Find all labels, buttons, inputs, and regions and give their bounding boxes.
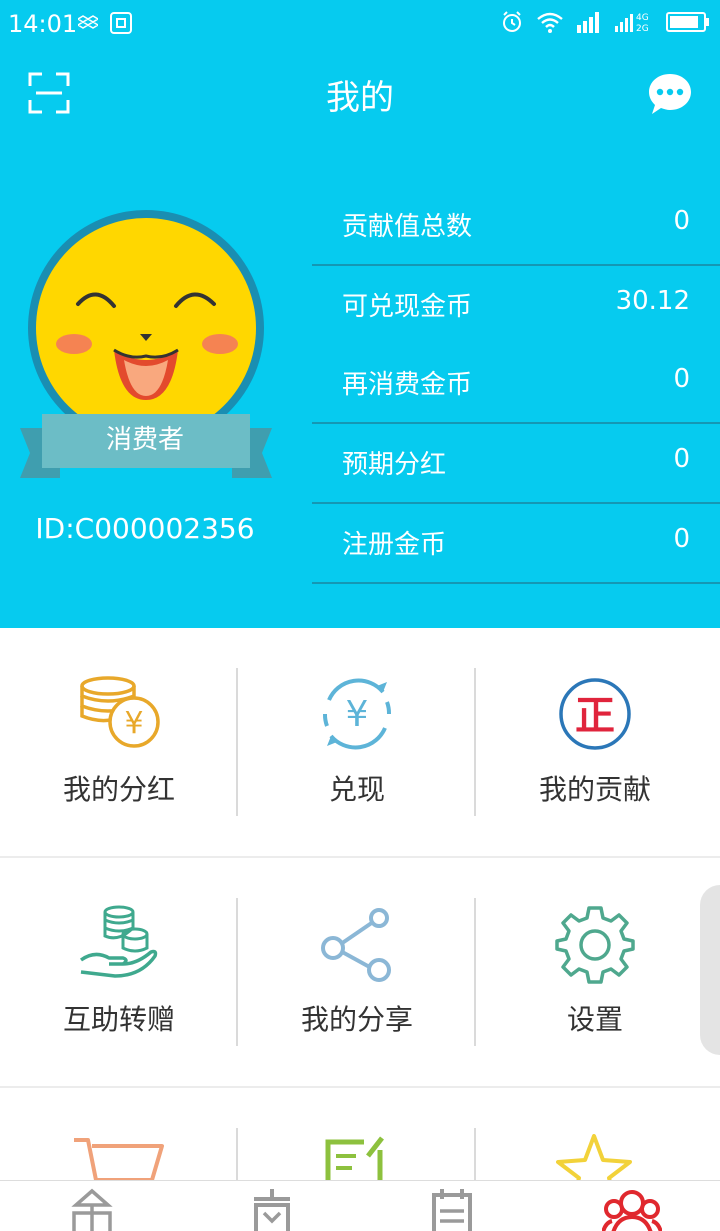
profile-header: 14:01 4G 2G 我的 消费者 ID:C000002356 贡献值总数 0… [0, 0, 720, 628]
shop-icon [254, 1189, 290, 1231]
screenshot-icon [110, 12, 132, 34]
coins-yen-icon: ¥ [80, 676, 160, 748]
user-id: ID:C000002356 [35, 512, 255, 545]
wifi-icon [537, 12, 563, 33]
coins-yen-glyph: ¥ [124, 706, 143, 741]
star-icon[interactable] [556, 1134, 632, 1180]
stat-value: 0 [673, 444, 690, 474]
menu-item-my-contribution[interactable]: 正 我的贡献 [476, 628, 714, 856]
floating-side-handle[interactable] [700, 885, 720, 1055]
stat-value: 30.12 [615, 286, 690, 316]
menu-row-partial [0, 1088, 720, 1180]
zheng-badge-icon: 正 [559, 678, 631, 750]
menu-item-mutual-transfer[interactable]: 互助转赠 [0, 858, 238, 1086]
stat-row-registration-coins[interactable]: 注册金币 0 [312, 504, 720, 584]
bottom-tab-bar [0, 1180, 720, 1231]
hand-coins-icon [79, 905, 158, 978]
menu-label: 兑现 [328, 773, 385, 806]
signal-icon [577, 12, 599, 33]
network-2g-label: 2G [636, 24, 649, 34]
menu-row: 互助转赠 我的分享 设置 [0, 858, 720, 1088]
share-icon [321, 908, 391, 982]
yen-exchange-icon: ¥ [323, 678, 391, 750]
page-title: 我的 [326, 78, 394, 118]
menu-label: 我的贡献 [538, 773, 651, 806]
yen-exchange-glyph: ¥ [346, 694, 369, 735]
menu-label: 我的分享 [300, 1003, 413, 1036]
dropbox-icon [78, 15, 98, 29]
menu-item-my-share[interactable]: 我的分享 [238, 858, 476, 1086]
stat-label: 注册金币 [342, 530, 447, 560]
role-label: 消费者 [105, 425, 184, 455]
stat-label: 再消费金币 [342, 370, 473, 400]
cart-icon[interactable] [72, 1136, 164, 1180]
divider [474, 1128, 476, 1180]
tab-shop[interactable] [180, 1181, 360, 1231]
list-icon [432, 1189, 472, 1231]
home-icon [71, 1188, 113, 1231]
tab-home[interactable] [0, 1181, 180, 1231]
tab-mine[interactable] [540, 1181, 720, 1231]
stat-row-contribution[interactable]: 贡献值总数 0 [312, 186, 720, 266]
alarm-icon [503, 11, 521, 32]
menu-grid: ¥ 我的分红 ¥ 兑现 正 我的贡献 互助转赠 我的分享 设置 [0, 628, 720, 1088]
stat-label: 贡献值总数 [342, 212, 473, 242]
menu-label: 设置 [566, 1003, 623, 1036]
message-icon [649, 74, 691, 114]
message-button[interactable] [646, 70, 694, 118]
divider [236, 1128, 238, 1180]
top-nav: 我的 [0, 50, 720, 136]
edit-note-icon[interactable] [324, 1136, 388, 1180]
stat-label: 预期分红 [342, 450, 447, 480]
stats-list: 贡献值总数 0 可兑现金币 30.12 再消费金币 0 预期分红 0 注册金币 … [312, 186, 720, 584]
battery-icon [666, 12, 709, 32]
user-group-icon [602, 1190, 662, 1231]
tab-list[interactable] [360, 1181, 540, 1231]
status-time: 14:01 [8, 10, 78, 38]
menu-item-settings[interactable]: 设置 [476, 858, 714, 1086]
stat-row-expected-dividend[interactable]: 预期分红 0 [312, 424, 720, 504]
stat-row-cashable-coins[interactable]: 可兑现金币 30.12 [312, 266, 720, 344]
menu-label: 互助转赠 [62, 1003, 175, 1036]
menu-row: ¥ 我的分红 ¥ 兑现 正 我的贡献 [0, 628, 720, 858]
stat-label: 可兑现金币 [342, 292, 473, 322]
stat-value: 0 [673, 364, 690, 394]
stat-value: 0 [673, 524, 690, 554]
stat-row-reconsume-coins[interactable]: 再消费金币 0 [312, 344, 720, 424]
status-bar: 14:01 4G 2G [0, 0, 720, 50]
network-4g-label: 4G [636, 13, 649, 23]
signal-4g-2g-icon: 4G2G [615, 13, 649, 34]
menu-label: 我的分红 [62, 773, 175, 806]
gear-icon [555, 906, 635, 984]
menu-item-my-dividend[interactable]: ¥ 我的分红 [0, 628, 238, 856]
menu-item-cash-out[interactable]: ¥ 兑现 [238, 628, 476, 856]
stat-value: 0 [673, 206, 690, 236]
zheng-badge-glyph: 正 [575, 693, 615, 739]
